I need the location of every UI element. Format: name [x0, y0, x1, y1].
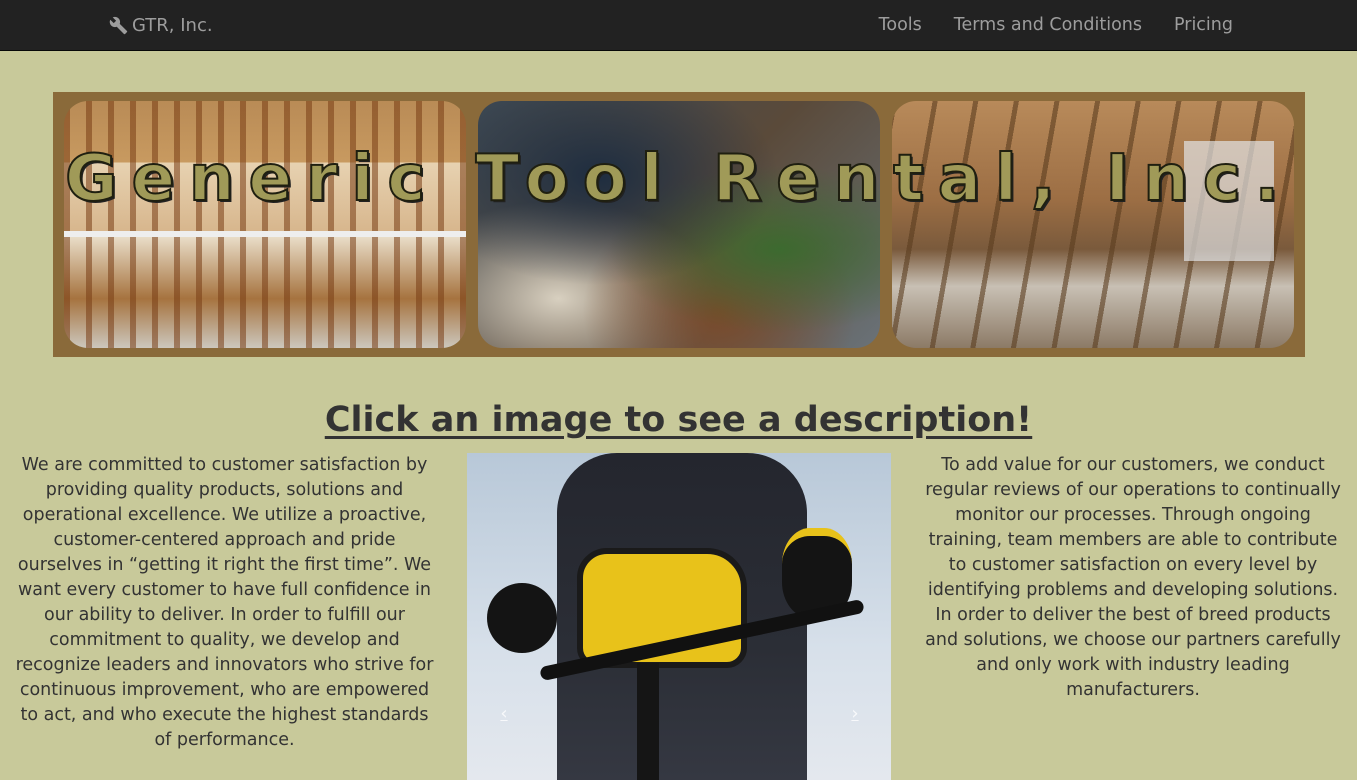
nav-link-terms[interactable]: Terms and Conditions [938, 0, 1158, 50]
banner-image-workshop[interactable] [892, 101, 1294, 348]
brand-name: GTR, Inc. [132, 14, 213, 36]
nav-link-pricing[interactable]: Pricing [1158, 0, 1249, 50]
hero-banner: Generic Tool Rental, Inc. [53, 92, 1305, 357]
wrench-icon [109, 16, 128, 34]
click-image-headline: Click an image to see a description! [0, 400, 1357, 440]
nav-links: Tools Terms and Conditions Pricing [863, 0, 1249, 50]
carousel-prev-button[interactable]: ‹ [489, 703, 519, 724]
headline-text: Click an image to see a description! [324, 400, 1033, 440]
banner-image-tool-belt[interactable] [478, 101, 880, 348]
navbar: GTR, Inc. Tools Terms and Conditions Pri… [0, 0, 1357, 51]
mission-text-right: To add value for our customers, we condu… [925, 455, 1341, 700]
nav-link-tools[interactable]: Tools [863, 0, 938, 50]
carousel-next-button[interactable]: › [840, 703, 870, 724]
glove-left [487, 583, 557, 653]
banner-image-tool-wall[interactable] [64, 101, 466, 348]
image-carousel[interactable]: ‹ › [467, 453, 891, 780]
auger-shaft [637, 663, 659, 780]
banner-title: Generic Tool Rental, Inc. [64, 142, 1294, 216]
brand-link[interactable]: GTR, Inc. [109, 0, 213, 50]
mission-text-left: We are committed to customer satisfactio… [15, 455, 434, 750]
